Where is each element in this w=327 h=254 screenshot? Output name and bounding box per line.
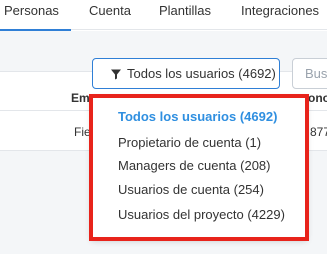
user-filter-button[interactable]: Todos los usuarios (4692)	[92, 58, 280, 89]
filter-icon	[111, 69, 121, 79]
column-header-condition[interactable]: ono	[308, 91, 327, 105]
search-input[interactable]: Busc	[292, 58, 327, 89]
row-name-cell: Fie	[74, 125, 91, 139]
menu-item-account-owner[interactable]: Propietario de cuenta (1)	[118, 135, 261, 150]
tab-personas[interactable]: Personas	[0, 0, 71, 31]
tab-integraciones[interactable]: Integraciones	[241, 0, 319, 30]
user-filter-label: Todos los usuarios (4692)	[127, 66, 276, 81]
menu-item-account-users[interactable]: Usuarios de cuenta (254)	[118, 182, 264, 197]
menu-item-project-users[interactable]: Usuarios del proyecto (4229)	[118, 207, 285, 222]
menu-item-all-users[interactable]: Todos los usuarios (4692)	[118, 109, 277, 124]
menu-item-account-managers[interactable]: Managers de cuenta (208)	[118, 158, 270, 173]
column-header-email[interactable]: Em	[71, 91, 90, 105]
user-filter-menu: Todos los usuarios (4692) Propietario de…	[91, 96, 307, 239]
row-number-cell: 877	[310, 125, 327, 139]
tab-cuenta[interactable]: Cuenta	[89, 0, 131, 30]
tab-plantillas[interactable]: Plantillas	[159, 0, 211, 30]
tab-bar: Personas Cuenta Plantillas Integraciones	[0, 0, 327, 31]
